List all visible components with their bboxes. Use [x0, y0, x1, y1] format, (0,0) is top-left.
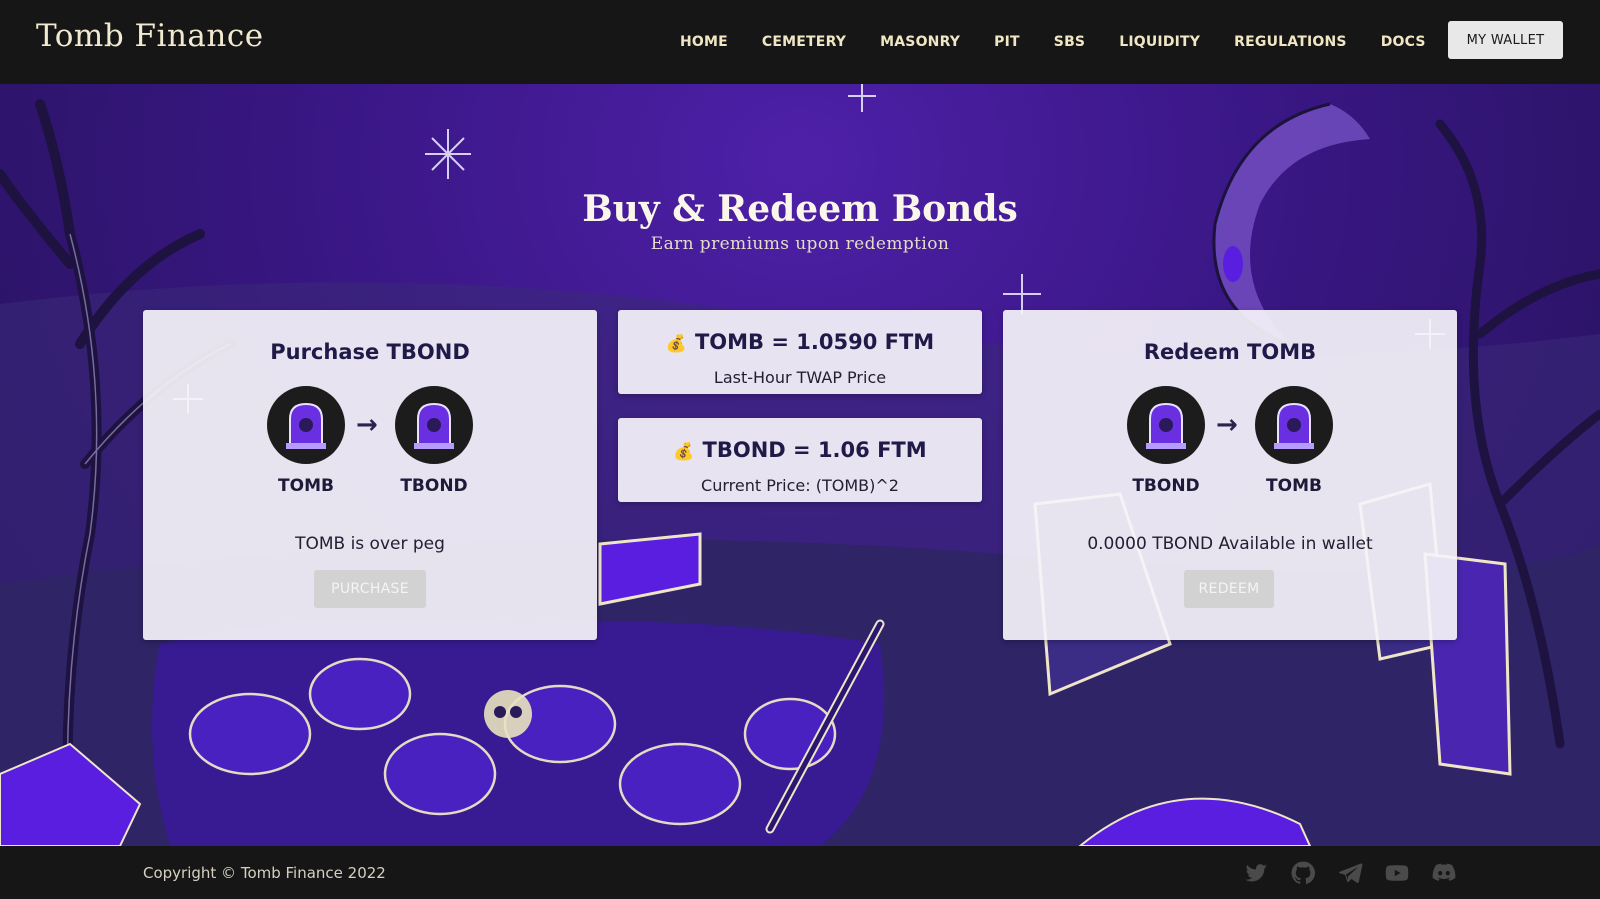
tbond-token-icon — [395, 386, 473, 464]
nav-sbs[interactable]: SBS — [1054, 34, 1085, 50]
purchase-to-token: TBOND — [395, 386, 473, 496]
tbond-price-card: 💰 TBOND = 1.06 FTM Current Price: (TOMB)^… — [618, 418, 982, 502]
tomb-price-row: 💰 TOMB = 1.0590 FTM — [618, 330, 982, 354]
arrow-right-icon: → — [1216, 410, 1238, 440]
twitter-icon[interactable] — [1243, 860, 1269, 886]
main-nav: HOME CEMETERY MASONRY PIT SBS LIQUIDITY … — [680, 0, 1460, 84]
nav-masonry[interactable]: MASONRY — [880, 34, 960, 50]
redeem-from-label: TBOND — [1132, 476, 1200, 496]
nav-home[interactable]: HOME — [680, 34, 728, 50]
redeem-button[interactable]: REDEEM — [1184, 570, 1274, 608]
footer: Copyright © Tomb Finance 2022 — [0, 846, 1600, 899]
nav-liquidity[interactable]: LIQUIDITY — [1119, 34, 1200, 50]
telegram-icon[interactable] — [1337, 860, 1363, 886]
bonds-page-background: Buy & Redeem Bonds Earn premiums upon re… — [0, 84, 1600, 846]
tbond-price-row: 💰 TBOND = 1.06 FTM — [618, 438, 982, 462]
redeem-to-token: TOMB — [1255, 386, 1333, 496]
redeem-token-pair: TBOND → TOMB — [1003, 386, 1457, 496]
redeem-card-title: Redeem TOMB — [1143, 340, 1317, 364]
redeem-from-token: TBOND — [1127, 386, 1205, 496]
purchase-to-label: TBOND — [400, 476, 468, 496]
purchase-from-label: TOMB — [278, 476, 334, 496]
nav-cemetery[interactable]: CEMETERY — [762, 34, 846, 50]
tomb-price-card: 💰 TOMB = 1.0590 FTM Last-Hour TWAP Price — [618, 310, 982, 394]
github-icon[interactable] — [1290, 860, 1316, 886]
money-bag-icon: 💰 — [673, 442, 695, 462]
purchase-card-title: Purchase TBOND — [270, 340, 470, 364]
money-bag-icon: 💰 — [665, 334, 687, 354]
purchase-tbond-card: Purchase TBOND TOMB → TBOND TOMB is over… — [143, 310, 597, 640]
tbond-token-icon — [1127, 386, 1205, 464]
redeem-to-label: TOMB — [1266, 476, 1322, 496]
tomb-token-icon — [1255, 386, 1333, 464]
top-navigation-bar: Tomb Finance HOME CEMETERY MASONRY PIT S… — [0, 0, 1600, 84]
nav-docs[interactable]: DOCS — [1381, 34, 1426, 50]
redeem-wallet-balance: 0.0000 TBOND Available in wallet — [1087, 534, 1373, 554]
purchase-status-text: TOMB is over peg — [295, 534, 445, 554]
redeem-tomb-card: Redeem TOMB TBOND → TOMB 0.0000 TBOND Av… — [1003, 310, 1457, 640]
nav-pit[interactable]: PIT — [994, 34, 1020, 50]
discord-icon[interactable] — [1431, 860, 1457, 886]
nav-regulations[interactable]: REGULATIONS — [1234, 34, 1347, 50]
my-wallet-button[interactable]: MY WALLET — [1448, 21, 1563, 59]
tbond-price-caption: Current Price: (TOMB)^2 — [701, 476, 899, 495]
page-title: Buy & Redeem Bonds — [582, 188, 1018, 230]
purchase-button[interactable]: PURCHASE — [314, 570, 426, 608]
tomb-token-icon — [267, 386, 345, 464]
brand-logo-text[interactable]: Tomb Finance — [36, 18, 264, 54]
tomb-price-value: TOMB = 1.0590 FTM — [694, 330, 935, 354]
copyright-text: Copyright © Tomb Finance 2022 — [143, 864, 386, 882]
arrow-right-icon: → — [356, 410, 378, 440]
page-subtitle: Earn premiums upon redemption — [650, 234, 950, 254]
tomb-price-caption: Last-Hour TWAP Price — [713, 368, 887, 387]
youtube-icon[interactable] — [1384, 860, 1410, 886]
purchase-token-pair: TOMB → TBOND — [143, 386, 597, 496]
purchase-from-token: TOMB — [267, 386, 345, 496]
tbond-price-value: TBOND = 1.06 FTM — [702, 438, 927, 462]
